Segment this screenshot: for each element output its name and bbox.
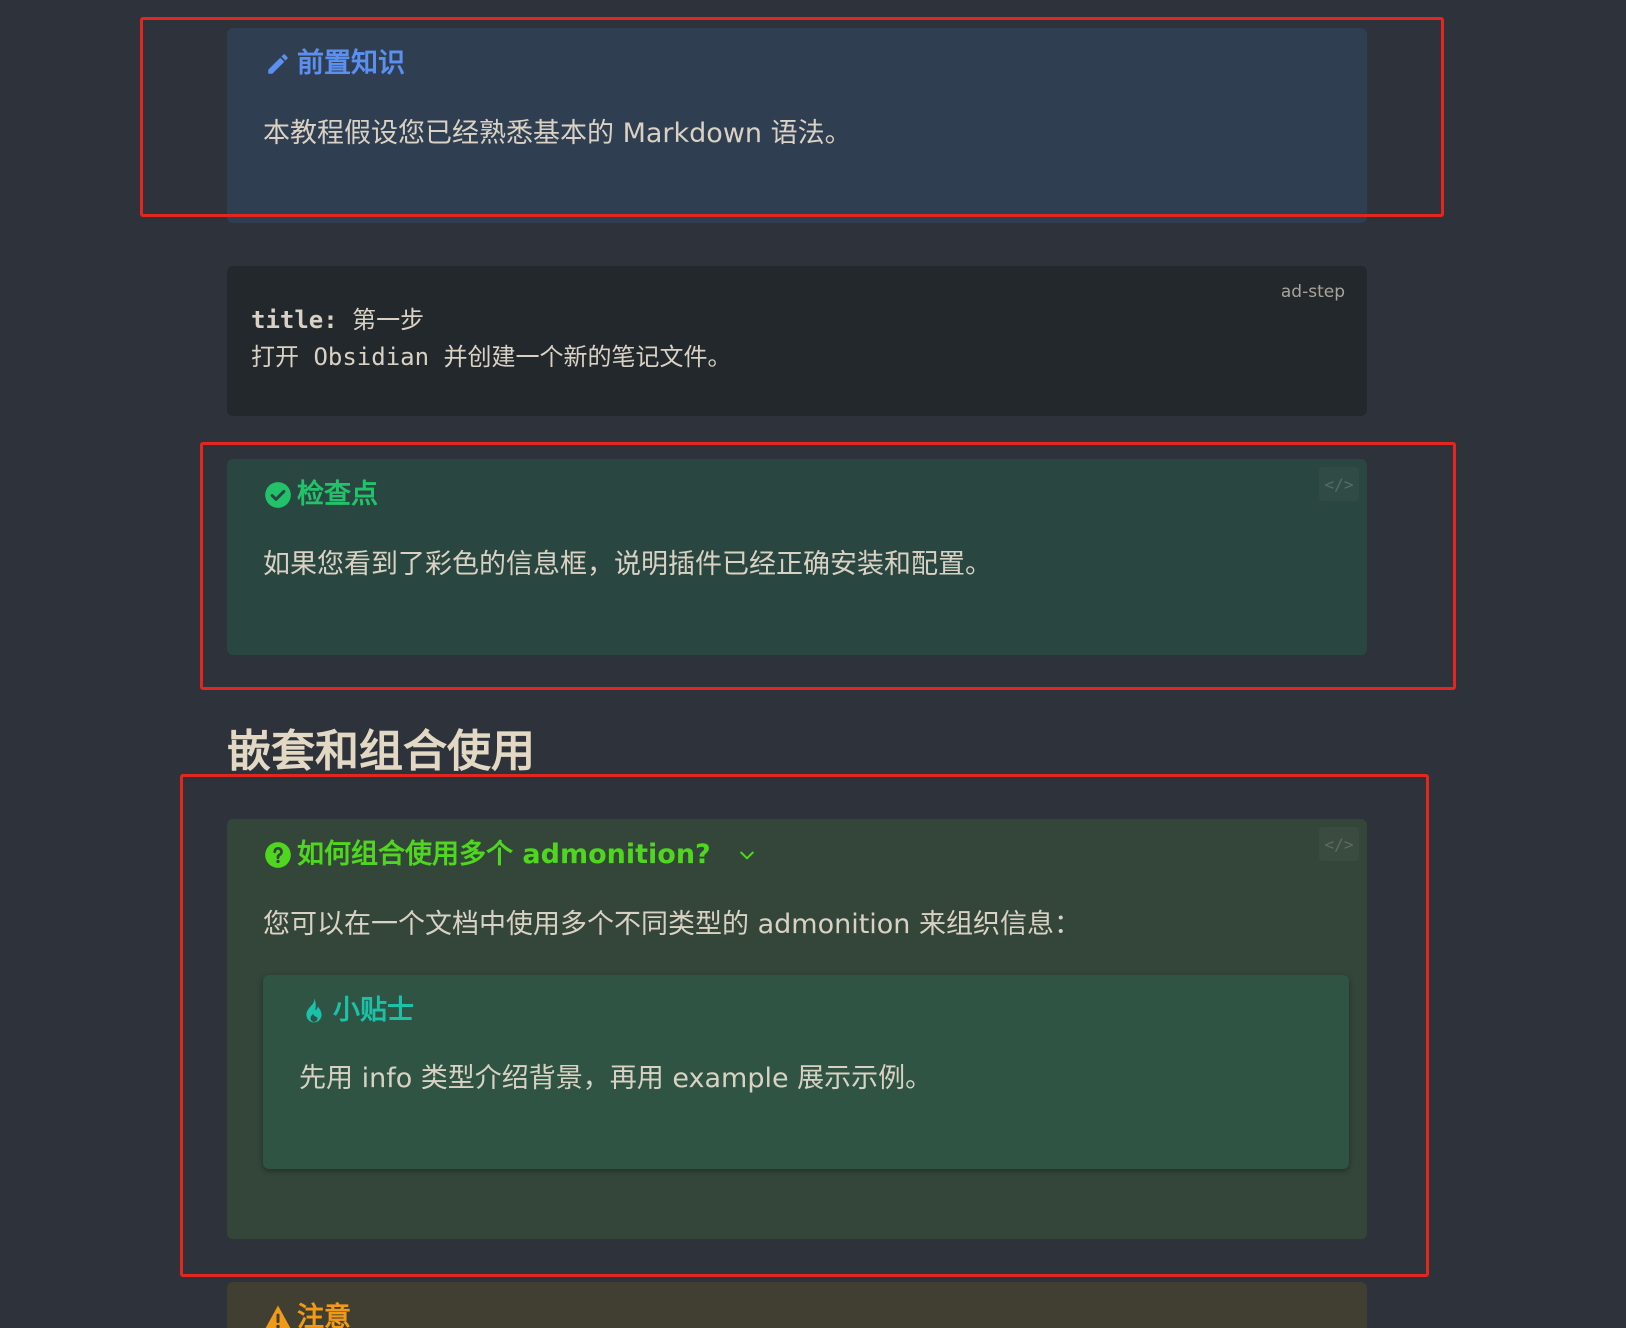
callout-title: 前置知识 — [263, 46, 405, 82]
callout-body: 先用 info 类型介绍背景，再用 example 展示示例。 — [299, 1063, 933, 1094]
edit-source-button[interactable]: </> — [1319, 467, 1359, 501]
callout-title-text: 前置知识 — [297, 48, 405, 79]
callout-prerequisites: 前置知识 本教程假设您已经熟悉基本的 Markdown 语法。 — [227, 28, 1367, 223]
code-language-label: ad-step — [1280, 282, 1345, 302]
callout-body: 本教程假设您已经熟悉基本的 Markdown 语法。 — [263, 118, 852, 149]
flame-icon — [299, 996, 329, 1026]
callout-title: 检查点 — [263, 477, 378, 513]
code-content: title: 第一步 打开 Obsidian 并创建一个新的笔记文件。 — [251, 302, 732, 376]
warning-triangle-icon — [263, 1303, 293, 1328]
callout-checkpoint: </> 检查点 如果您看到了彩色的信息框，说明插件已经正确安装和配置。 — [227, 459, 1367, 655]
reading-view: 前置知识 本教程假设您已经熟悉基本的 Markdown 语法。 ad-step … — [0, 0, 1626, 1328]
question-circle-icon — [263, 840, 293, 870]
pencil-icon — [263, 49, 293, 79]
section-heading: 嵌套和组合使用 — [227, 726, 535, 777]
callout-body: 您可以在一个文档中使用多个不同类型的 admonition 来组织信息： — [263, 909, 1082, 940]
callout-title: 小贴士 — [299, 993, 414, 1029]
code-key: title: — [251, 306, 338, 334]
callout-title[interactable]: 如何组合使用多个 admonition? — [263, 837, 757, 873]
callout-title: 注意 — [263, 1300, 351, 1328]
edit-source-button[interactable]: </> — [1319, 827, 1359, 861]
chevron-down-icon[interactable] — [737, 845, 757, 865]
callout-warning: 注意 — [227, 1282, 1367, 1328]
callout-question: </> 如何组合使用多个 admonition? 您可以在一个文档中使用多个不同… — [227, 819, 1367, 1239]
check-circle-icon — [263, 480, 293, 510]
callout-title-text: 检查点 — [297, 479, 378, 510]
callout-tip: 小贴士 先用 info 类型介绍背景，再用 example 展示示例。 — [263, 975, 1349, 1169]
code-block[interactable]: ad-step title: 第一步 打开 Obsidian 并创建一个新的笔记… — [227, 266, 1367, 416]
callout-title-text: 注意 — [297, 1302, 351, 1328]
callout-title-text: 小贴士 — [333, 995, 414, 1026]
code-value: 第一步 — [337, 306, 425, 334]
callout-body: 如果您看到了彩色的信息框，说明插件已经正确安装和配置。 — [263, 549, 992, 580]
callout-title-text: 如何组合使用多个 admonition? — [297, 839, 711, 870]
code-line: 打开 Obsidian 并创建一个新的笔记文件。 — [251, 343, 732, 371]
